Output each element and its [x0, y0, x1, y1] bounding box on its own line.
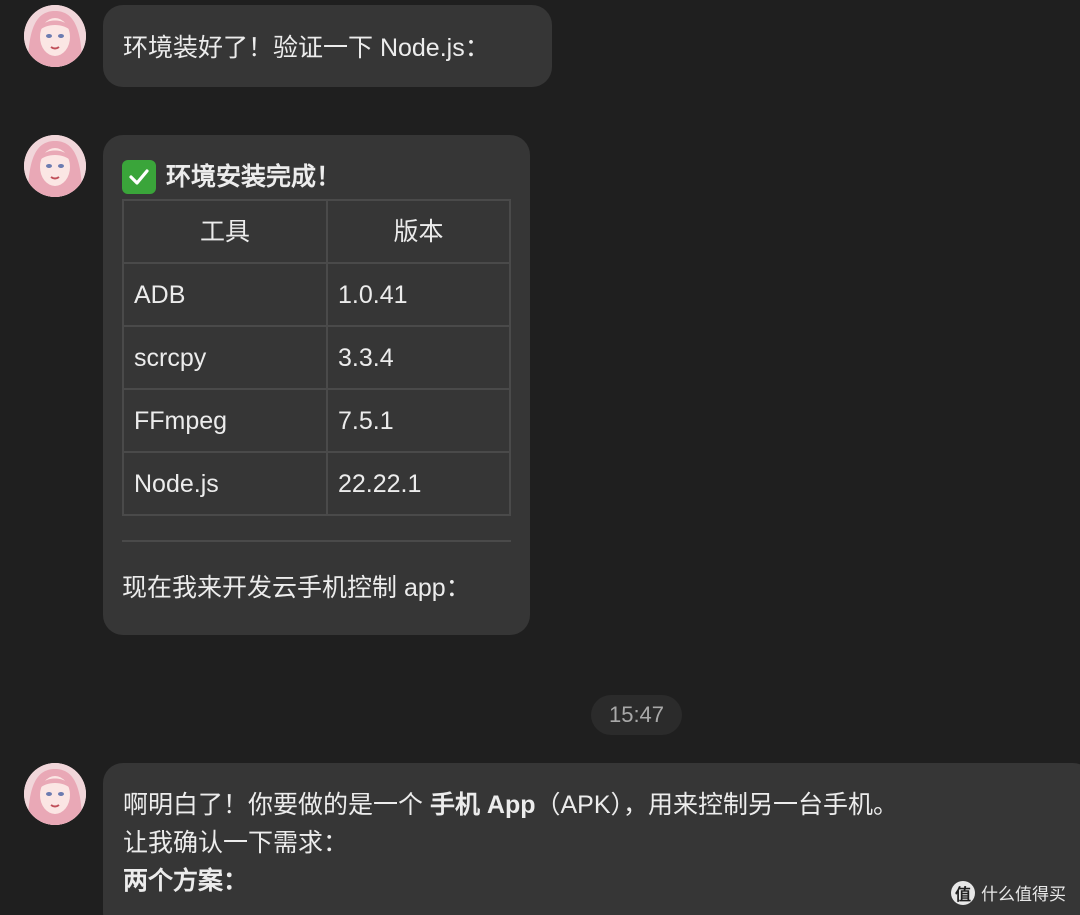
message-text: 现在我来开发云手机控制 app： — [122, 574, 471, 602]
chat-view: 环境装好了！验证一下 Node.js： 环境安装完成！ 工具 版本 ADB 1.… — [0, 0, 1080, 915]
table-cell: Node.js — [122, 451, 328, 516]
message-text: 啊明白了！你要做的是一个 — [123, 791, 430, 819]
table-cell: ADB — [122, 262, 328, 327]
check-mark-icon — [122, 160, 156, 194]
table-row: FFmpeg 7.5.1 — [122, 388, 511, 453]
divider — [122, 540, 511, 542]
timestamp: 15:47 — [591, 695, 682, 735]
table-cell: 7.5.1 — [326, 388, 511, 453]
table-cell: 3.3.4 — [326, 325, 511, 390]
column-header-version: 版本 — [326, 199, 511, 264]
table-row: scrcpy 3.3.4 — [122, 325, 511, 390]
table-row: ADB 1.0.41 — [122, 262, 511, 327]
message-line: 让我确认一下需求： — [123, 829, 349, 857]
column-header-tool: 工具 — [122, 199, 328, 264]
avatar[interactable] — [24, 135, 86, 197]
watermark-text: 什么值得买 — [981, 885, 1066, 904]
avatar[interactable] — [24, 5, 86, 67]
message-bubble: 环境装好了！验证一下 Node.js： — [103, 5, 552, 87]
message-line: 两个方案： — [123, 867, 249, 895]
message-text: （APK），用来控制另一台手机。 — [535, 791, 899, 819]
version-table: 工具 版本 ADB 1.0.41 scrcpy 3.3.4 FFmpeg 7.5… — [122, 199, 511, 516]
table-cell: 1.0.41 — [326, 262, 511, 327]
message-bold-text: 手机 App — [429, 791, 536, 819]
table-header-row: 工具 版本 — [122, 199, 511, 264]
table-cell: FFmpeg — [122, 388, 328, 453]
table-row: Node.js 22.22.1 — [122, 451, 511, 516]
table-cell: scrcpy — [122, 325, 328, 390]
message-line: 啊明白了！你要做的是一个 手机 App（APK），用来控制另一台手机。 — [123, 787, 1073, 825]
watermark-logo-icon: 值 — [951, 880, 975, 905]
heading-text: 环境安装完成！ — [166, 163, 342, 191]
watermark: 值 什么值得买 — [951, 880, 1066, 905]
message-text: 环境装好了！验证一下 Node.js： — [123, 34, 490, 62]
table-cell: 22.22.1 — [326, 451, 511, 516]
avatar[interactable] — [24, 763, 86, 825]
message-bubble: 环境安装完成！ 工具 版本 ADB 1.0.41 scrcpy 3.3.4 FF… — [103, 135, 530, 635]
message-heading: 环境安装完成！ — [122, 159, 511, 195]
message-bubble: 啊明白了！你要做的是一个 手机 App（APK），用来控制另一台手机。 让我确认… — [103, 763, 1080, 915]
